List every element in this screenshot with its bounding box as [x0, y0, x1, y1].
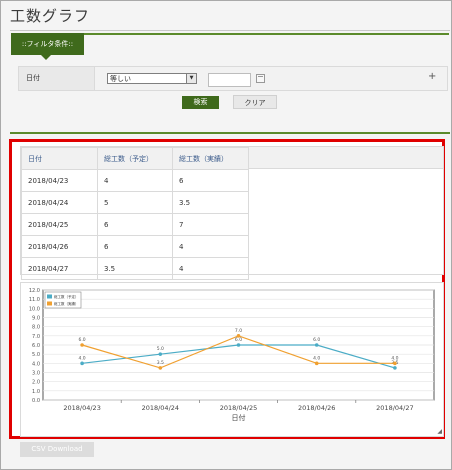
- x-tick-label: 2018/04/23: [63, 404, 100, 412]
- filter-row: 日付 等しい ▼ +: [18, 66, 448, 91]
- cell-date: 2018/04/26: [21, 235, 98, 258]
- cell-planned: 3.5: [97, 257, 173, 280]
- search-button[interactable]: 検索: [182, 96, 219, 109]
- data-label: 4.0: [313, 355, 320, 361]
- filter-panel: ::フィルタ条件:: 日付 等しい ▼ + 検索 クリア: [11, 33, 449, 119]
- line-chart: 0.0 1.0 2.0 3.0 4.0 5.0 6.0 7.0 8.0 9.0 10.0 11.0 12…: [29, 288, 435, 422]
- table-row: 2018/04/27 3.5 4: [21, 257, 249, 280]
- y-tick-label: 9.0: [32, 316, 40, 322]
- y-tick-label: 6.0: [32, 343, 40, 349]
- table-header-row: 日付 総工数（予定） 総工数（実績）: [21, 147, 249, 170]
- cell-planned: 6: [97, 213, 173, 236]
- operator-select[interactable]: 等しい ▼: [107, 73, 197, 84]
- y-tick-label: 1.0: [32, 389, 40, 395]
- table-header-spacer: [248, 147, 443, 169]
- cell-actual: 4: [172, 257, 249, 280]
- data-point: [314, 361, 319, 366]
- y-tick-label: 0.0: [32, 398, 40, 404]
- x-tick-label: 2018/04/26: [298, 404, 335, 412]
- data-point: [158, 352, 163, 356]
- cell-date: 2018/04/27: [21, 257, 98, 280]
- window-frame: 工数グラフ ::フィルタ条件:: 日付 等しい ▼ + 検索 クリア 日付 総工…: [0, 0, 452, 470]
- data-label: 6.0: [313, 337, 320, 343]
- y-tick-label: 12.0: [29, 288, 40, 294]
- x-axis-label: 日付: [232, 413, 246, 422]
- filter-field-label: 日付: [19, 67, 95, 90]
- cell-planned: 5: [97, 191, 173, 214]
- x-tick-label: 2018/04/24: [142, 404, 179, 412]
- data-label: 6.0: [235, 337, 242, 343]
- cell-actual: 7: [172, 213, 249, 236]
- legend-label: 総工数（予定）: [54, 294, 79, 299]
- plus-icon[interactable]: +: [428, 71, 436, 82]
- data-point: [393, 361, 397, 366]
- cell-date: 2018/04/24: [21, 191, 98, 214]
- y-tick-label: 3.0: [32, 371, 40, 377]
- data-table-container: 日付 総工数（予定） 総工数（実績） 2018/04/23 4 6 2018/0…: [20, 146, 444, 280]
- data-point: [236, 343, 241, 347]
- data-label: 4.0: [79, 355, 86, 361]
- cell-planned: 6: [97, 235, 173, 258]
- table-row: 2018/04/26 6 4: [21, 235, 249, 258]
- y-tick-label: 5.0: [32, 352, 40, 358]
- y-tick-label: 11.0: [29, 297, 40, 303]
- data-label: 7.0: [235, 328, 242, 334]
- data-label: 6.0: [79, 337, 86, 343]
- data-point: [393, 366, 397, 370]
- filter-tab[interactable]: ::フィルタ条件::: [11, 33, 84, 60]
- data-point: [236, 334, 241, 338]
- cell-date: 2018/04/23: [21, 169, 98, 192]
- title-divider: [10, 30, 450, 31]
- data-point: [80, 343, 84, 347]
- chart-container: 0.0 1.0 2.0 3.0 4.0 5.0 6.0 7.0 8.0 9.0 10.0 11.0 12…: [20, 282, 444, 437]
- header-date[interactable]: 日付: [21, 147, 98, 170]
- date-input[interactable]: [208, 73, 251, 87]
- data-table: 日付 総工数（予定） 総工数（実績） 2018/04/23 4 6 2018/0…: [21, 147, 249, 280]
- data-point: [314, 343, 319, 347]
- data-label: 4.0: [391, 355, 398, 361]
- csv-download-button[interactable]: CSV Download: [20, 442, 94, 457]
- results-divider: [10, 132, 450, 134]
- cell-planned: 4: [97, 169, 173, 192]
- table-row: 2018/04/23 4 6: [21, 169, 249, 192]
- legend-swatch: [47, 301, 52, 306]
- cell-actual: 6: [172, 169, 249, 192]
- operator-select-value: 等しい: [110, 75, 131, 83]
- calendar-icon[interactable]: [256, 74, 265, 83]
- cell-date: 2018/04/25: [21, 213, 98, 236]
- y-tick-label: 10.0: [29, 306, 40, 312]
- data-label: 5.0: [157, 346, 164, 352]
- header-actual[interactable]: 総工数（実績）: [172, 147, 249, 170]
- x-tick-label: 2018/04/27: [376, 404, 413, 412]
- data-point: [158, 366, 163, 370]
- results-highlight-box: 日付 総工数（予定） 総工数（実績） 2018/04/23 4 6 2018/0…: [9, 139, 445, 439]
- y-tick-label: 4.0: [32, 361, 40, 367]
- data-point: [80, 361, 84, 366]
- legend-swatch: [47, 294, 52, 299]
- y-tick-label: 2.0: [32, 380, 40, 386]
- y-tick-label: 8.0: [32, 325, 40, 331]
- x-tick-label: 2018/04/25: [220, 404, 257, 412]
- legend-label: 総工数（実績）: [54, 301, 79, 306]
- y-tick-label: 7.0: [32, 334, 40, 340]
- resize-handle-icon[interactable]: ◢: [437, 428, 442, 435]
- chevron-down-icon[interactable]: ▼: [186, 74, 196, 83]
- clear-button[interactable]: クリア: [233, 95, 277, 109]
- page-title: 工数グラフ: [10, 7, 91, 25]
- cell-actual: 3.5: [172, 191, 249, 214]
- cell-actual: 4: [172, 235, 249, 258]
- header-planned[interactable]: 総工数（予定）: [97, 147, 173, 170]
- table-row: 2018/04/24 5 3.5: [21, 191, 249, 214]
- data-label: 3.5: [157, 360, 164, 366]
- filter-tab-underline: [84, 33, 449, 35]
- table-row: 2018/04/25 6 7: [21, 213, 249, 236]
